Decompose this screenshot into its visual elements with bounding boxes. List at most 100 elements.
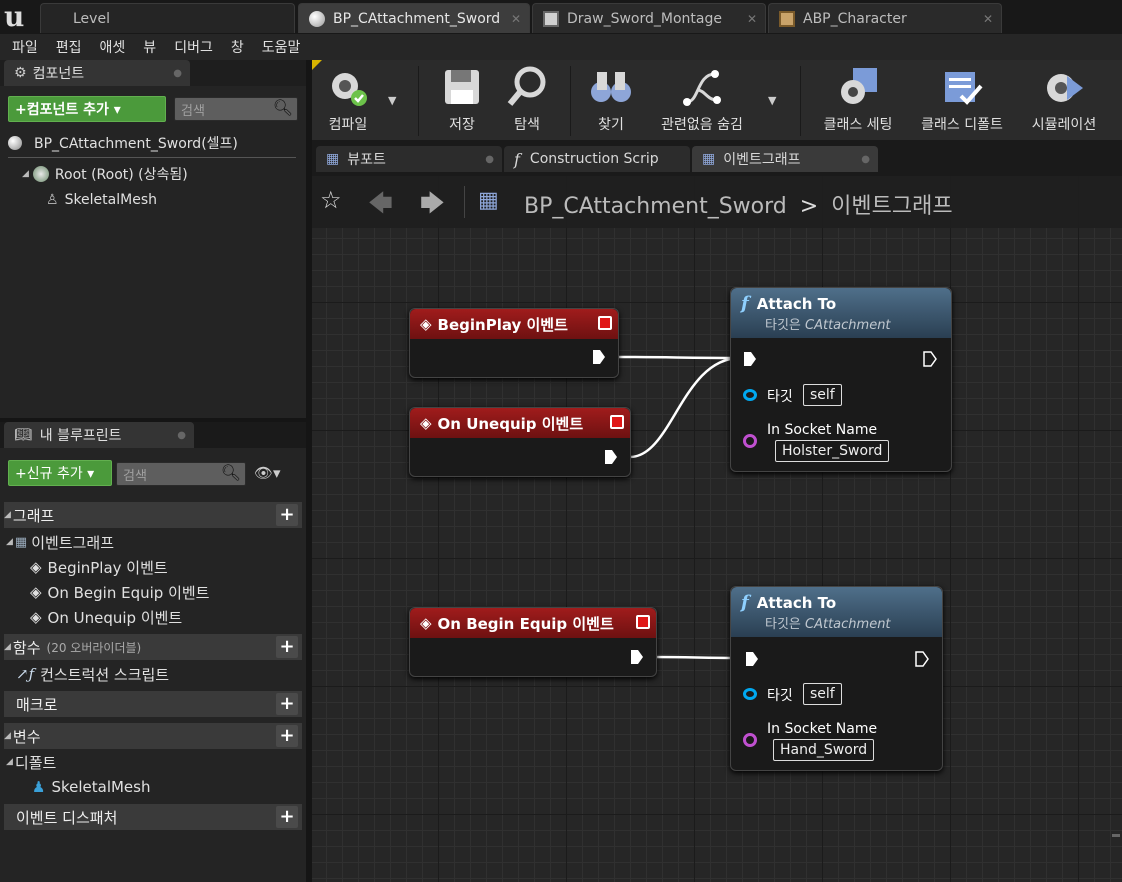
components-title: 컴포넌트: [32, 66, 85, 82]
add-function-button[interactable]: +: [276, 636, 298, 658]
tab-label: ABP_Character: [803, 10, 907, 27]
component-item-skeletalmesh[interactable]: ♙ SkeletalMesh: [46, 189, 157, 211]
add-graph-button[interactable]: +: [276, 504, 298, 526]
component-item-self[interactable]: BP_CAttachment_Sword(셀프): [8, 132, 238, 154]
search-icon: 🔍︎: [220, 463, 241, 482]
tab-viewport[interactable]: ▦ 뷰포트 ●: [316, 146, 502, 172]
function-node-attach-to-hand[interactable]: f Attach To 타깃은 CAttachment 타깃 self In So…: [730, 586, 943, 771]
class-defaults-button[interactable]: 클래스 디폴트: [912, 60, 1012, 140]
target-value[interactable]: self: [803, 683, 842, 705]
event-node-on-unequip[interactable]: ◈ On Unequip 이벤트: [409, 407, 631, 477]
exec-in-pin[interactable]: [743, 351, 757, 367]
browse-button[interactable]: 탐색: [500, 60, 554, 140]
delegate-pin-icon[interactable]: [598, 316, 612, 330]
close-icon[interactable]: ✕: [983, 12, 993, 26]
menu-window[interactable]: 창: [225, 37, 250, 57]
event-item-on-begin-equip[interactable]: ◈ On Begin Equip 이벤트: [30, 580, 209, 604]
tab-abp-character[interactable]: ABP_Character ✕: [768, 3, 1002, 33]
section-macros[interactable]: 매크로 +: [4, 691, 302, 717]
vertical-splitter[interactable]: [306, 60, 312, 882]
event-item-on-unequip[interactable]: ◈ On Unequip 이벤트: [30, 605, 182, 629]
name-pin-icon[interactable]: [743, 434, 757, 448]
function-node-attach-to-holster[interactable]: f Attach To 타깃은 CAttachment 타깃 self In So…: [730, 287, 952, 472]
hide-unrelated-button[interactable]: 관련없음 숨김: [652, 60, 752, 140]
compile-dropdown-icon[interactable]: ▼: [388, 94, 396, 107]
compile-button[interactable]: 컴파일: [316, 60, 380, 140]
tab-event-graph[interactable]: ▦ 이벤트그래프 ●: [692, 146, 878, 172]
variable-item-skeletalmesh[interactable]: ♟ SkeletalMesh: [32, 775, 150, 799]
book-icon: 📖︎: [14, 427, 32, 443]
add-variable-button[interactable]: +: [276, 725, 298, 747]
scene-component-icon: [32, 166, 49, 182]
my-blueprint-tab[interactable]: 📖︎ 내 블루프린트 ●: [4, 422, 194, 448]
section-graphs[interactable]: ◢ 그래프 +: [4, 502, 302, 528]
exec-out-pin[interactable]: [630, 649, 644, 665]
node-header: ◈ BeginPlay 이벤트: [410, 309, 618, 339]
tab-bp-cattachment-sword[interactable]: BP_CAttachment_Sword ✕: [298, 3, 530, 33]
event-node-on-begin-equip[interactable]: ◈ On Begin Equip 이벤트: [409, 607, 657, 677]
view-options-icon[interactable]: 👁︎▾: [254, 464, 281, 482]
menu-asset[interactable]: 애셋: [94, 37, 132, 57]
montage-icon: [543, 10, 559, 27]
event-diamond-icon: ◈: [420, 414, 432, 432]
expand-arrow-icon: ◢: [4, 510, 11, 520]
exec-out-pin[interactable]: [923, 351, 937, 367]
menu-view[interactable]: 뷰: [137, 37, 162, 57]
tab-construction-script[interactable]: f Construction Scrip: [504, 146, 690, 172]
menu-file[interactable]: 파일: [6, 37, 44, 57]
graph-canvas[interactable]: ☆ 🡄 🡆 ▦ BP_CAttachment_Sword > 이벤트그래프 ◈ …: [312, 176, 1122, 882]
section-functions[interactable]: ◢ 함수 (20 오버라이더블) +: [4, 634, 302, 660]
components-search-input[interactable]: 검색 🔍︎: [174, 97, 298, 121]
exec-in-pin[interactable]: [745, 651, 759, 667]
tab-level[interactable]: Level: [40, 3, 295, 33]
add-dispatcher-button[interactable]: +: [276, 806, 298, 828]
component-item-root[interactable]: ◢ Root (Root) (상속됨): [22, 163, 188, 185]
add-macro-button[interactable]: +: [276, 693, 298, 715]
title-bar: u Level BP_CAttachment_Sword ✕ Draw_Swor…: [0, 0, 1122, 34]
close-icon[interactable]: ✕: [511, 12, 521, 26]
graph-item-eventgraph[interactable]: ◢ ▦ 이벤트그래프: [6, 530, 114, 554]
tab-label: BP_CAttachment_Sword: [333, 10, 501, 27]
my-blueprint-search-input[interactable]: 검색 🔍︎: [116, 462, 246, 486]
object-pin-icon[interactable]: [743, 688, 757, 700]
exec-out-pin[interactable]: [592, 349, 606, 365]
animation-blueprint-icon: [779, 10, 795, 27]
event-item-beginplay[interactable]: ◈ BeginPlay 이벤트: [30, 555, 168, 579]
add-component-button[interactable]: +컴포넌트 추가 ▾: [8, 96, 166, 122]
menu-help[interactable]: 도움말: [256, 37, 307, 57]
exec-out-pin[interactable]: [604, 449, 618, 465]
menu-debug[interactable]: 디버그: [168, 37, 219, 57]
exec-out-pin[interactable]: [915, 651, 929, 667]
delegate-pin-icon[interactable]: [610, 415, 624, 429]
section-variables[interactable]: ◢ 변수 +: [4, 723, 302, 749]
object-pin-icon[interactable]: [743, 389, 757, 401]
menu-edit[interactable]: 편집: [50, 37, 88, 57]
find-button[interactable]: 찾기: [584, 60, 638, 140]
horizontal-splitter[interactable]: [0, 418, 306, 422]
expand-arrow-icon[interactable]: ◢: [22, 169, 29, 179]
close-icon[interactable]: ✕: [747, 12, 757, 26]
target-value[interactable]: self: [803, 384, 842, 406]
delegate-pin-icon[interactable]: [636, 615, 650, 629]
tab-draw-sword-montage[interactable]: Draw_Sword_Montage ✕: [532, 3, 766, 33]
graph-scroll-handle[interactable]: [1112, 834, 1120, 837]
class-settings-icon: [841, 68, 877, 104]
class-settings-button[interactable]: 클래스 세팅: [818, 60, 898, 140]
section-event-dispatchers[interactable]: 이벤트 디스패처 +: [4, 804, 302, 830]
target-pin-label: 타깃: [767, 389, 793, 405]
unreal-logo-icon[interactable]: u: [4, 2, 32, 32]
simulation-button[interactable]: 시뮬레이션: [1022, 60, 1106, 140]
socket-name-input[interactable]: Holster_Sword: [775, 440, 890, 462]
name-pin-icon[interactable]: [743, 733, 757, 747]
socket-name-input[interactable]: Hand_Sword: [773, 739, 875, 761]
event-node-beginplay[interactable]: ◈ BeginPlay 이벤트: [409, 308, 619, 378]
function-item-construction-script[interactable]: ↗ƒ 컨스트럭션 스크립트: [16, 662, 169, 686]
event-diamond-icon: ◈: [420, 614, 432, 632]
save-button[interactable]: 저장: [436, 60, 488, 140]
variable-category-default[interactable]: ◢ 디폴트: [6, 750, 56, 774]
target-pin-label: 타깃: [767, 688, 793, 704]
components-tab[interactable]: ⚙ 컴포넌트 ●: [4, 60, 190, 86]
function-icon: f: [514, 149, 520, 169]
hide-unrelated-dropdown-icon[interactable]: ▼: [768, 94, 776, 107]
add-new-button[interactable]: +신규 추가 ▾: [8, 460, 112, 486]
